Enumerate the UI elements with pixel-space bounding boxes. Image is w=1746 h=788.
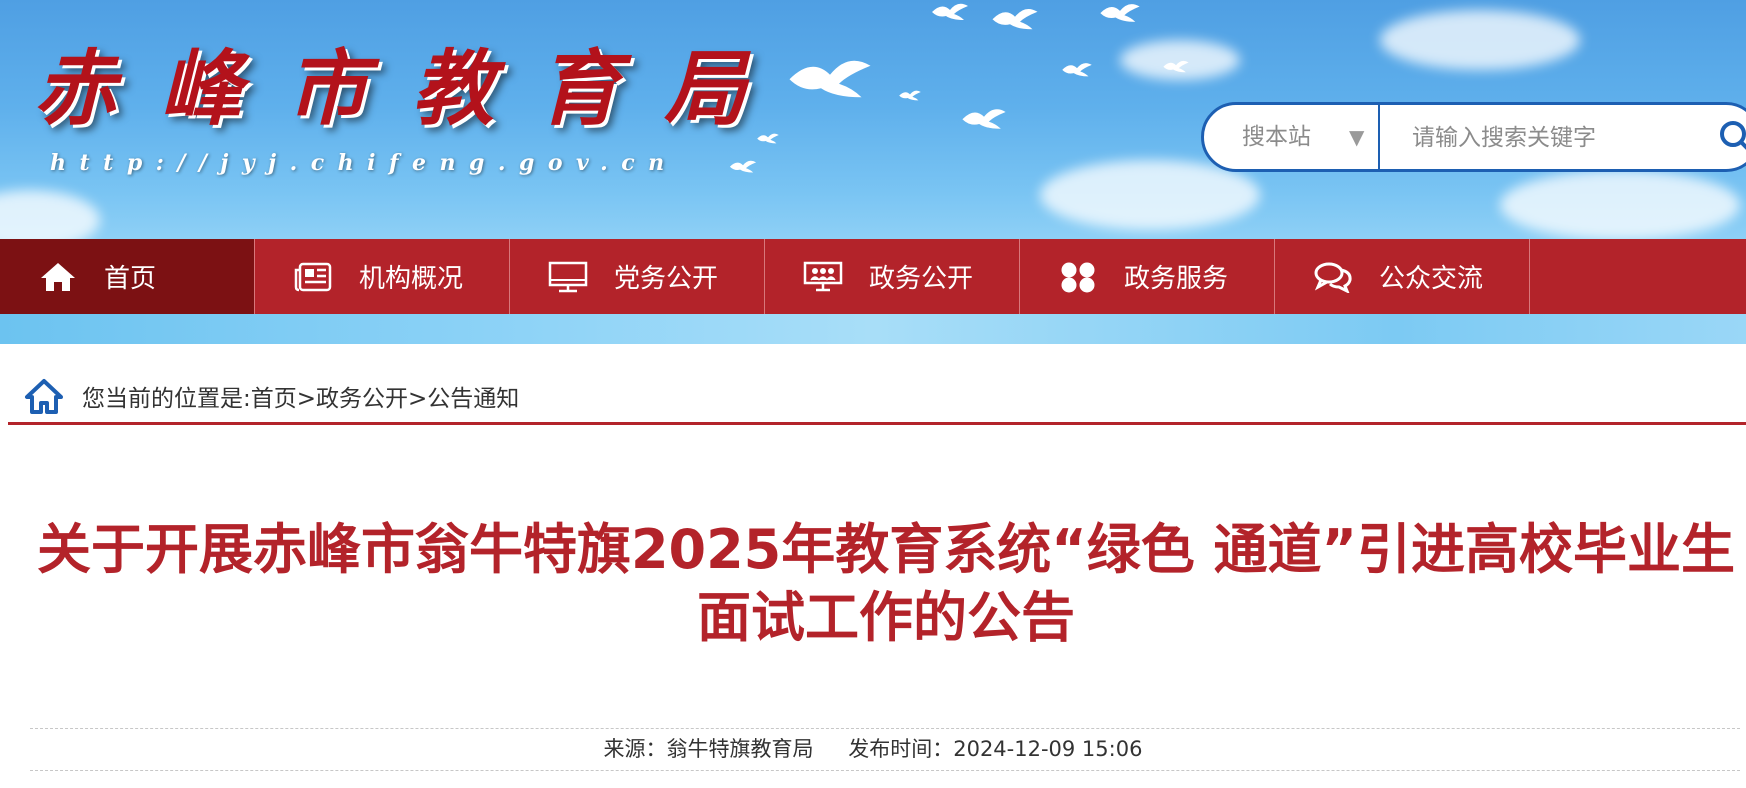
site-title: 赤峰市教育局 (34, 41, 790, 137)
header-banner: 赤峰市教育局 http://jyj.chifeng.gov.cn 搜本站 ▼ (0, 0, 1746, 239)
grid-icon (1058, 260, 1098, 294)
search-scope-select[interactable]: 搜本站 (1242, 105, 1311, 169)
nav-item-label: 党务公开 (614, 264, 719, 294)
cloud-decoration (1380, 10, 1580, 70)
caret-down-icon[interactable]: ▼ (1349, 105, 1364, 169)
nav-item-label: 机构概况 (359, 264, 464, 294)
meta-top-divider (30, 728, 1740, 729)
nav-item-government-affairs[interactable]: 政务公开 (765, 239, 1020, 314)
meta-bottom-divider (30, 770, 1740, 771)
nav-item-party-affairs[interactable]: 党务公开 (510, 239, 765, 314)
main-nav: 首页 机构概况 党务公开 政务公开 政务服务 公众交流 (0, 239, 1746, 314)
nav-item-public-communication[interactable]: 公众交流 (1275, 239, 1530, 314)
nav-item-government-services[interactable]: 政务服务 (1020, 239, 1275, 314)
presentation-icon (803, 260, 843, 294)
site-url: http://jyj.chifeng.gov.cn (50, 150, 678, 176)
article-published-date: 发布时间：2024-12-09 15:06 (848, 737, 1143, 761)
nav-item-label: 政务服务 (1124, 264, 1229, 294)
nav-item-organization[interactable]: 机构概况 (255, 239, 510, 314)
breadcrumb: 您当前的位置是:首页>政务公开>公告通知 (24, 370, 519, 422)
cloud-decoration (0, 190, 100, 239)
nav-item-home[interactable]: 首页 (0, 239, 255, 314)
breadcrumb-divider (8, 422, 1746, 425)
dove-icon (1163, 60, 1189, 73)
home-outline-icon (25, 379, 63, 414)
search-input[interactable] (1410, 115, 1714, 161)
search-divider (1378, 105, 1380, 169)
nav-item-label: 政务公开 (869, 264, 974, 294)
dove-icon (1100, 4, 1140, 22)
dove-icon (992, 8, 1038, 30)
dove-icon (962, 109, 1006, 129)
dove-icon (1062, 63, 1092, 77)
newspaper-icon (293, 260, 333, 294)
article-title-line: 关于开展赤峰市翁牛特旗2025年教育系统“绿色 通道”引进高校毕业生 (36, 518, 1736, 581)
dove-icon (789, 60, 871, 98)
home-icon (38, 260, 78, 294)
cloud-decoration (1500, 170, 1740, 239)
dove-icon (932, 3, 968, 20)
dove-icon (729, 160, 757, 173)
search-box: 搜本站 ▼ (1201, 102, 1746, 172)
breadcrumb-text[interactable]: 您当前的位置是:首页>政务公开>公告通知 (82, 379, 519, 413)
nav-item-label: 首页 (104, 264, 157, 294)
header-sky-strip (0, 314, 1746, 344)
nav-item-label: 公众交流 (1379, 264, 1484, 294)
article-title-line: 面试工作的公告 (697, 586, 1075, 649)
article-source: 来源：翁牛特旗教育局 (603, 737, 814, 761)
article-meta: 来源：翁牛特旗教育局 发布时间：2024-12-09 15:06 (0, 734, 1746, 764)
monitor-icon (548, 260, 588, 294)
chat-bubbles-icon (1313, 260, 1353, 294)
search-icon[interactable] (1718, 119, 1746, 155)
article-title: 关于开展赤峰市翁牛特旗2025年教育系统“绿色 通道”引进高校毕业生 面试工作的… (30, 516, 1742, 652)
dove-icon (899, 90, 921, 101)
